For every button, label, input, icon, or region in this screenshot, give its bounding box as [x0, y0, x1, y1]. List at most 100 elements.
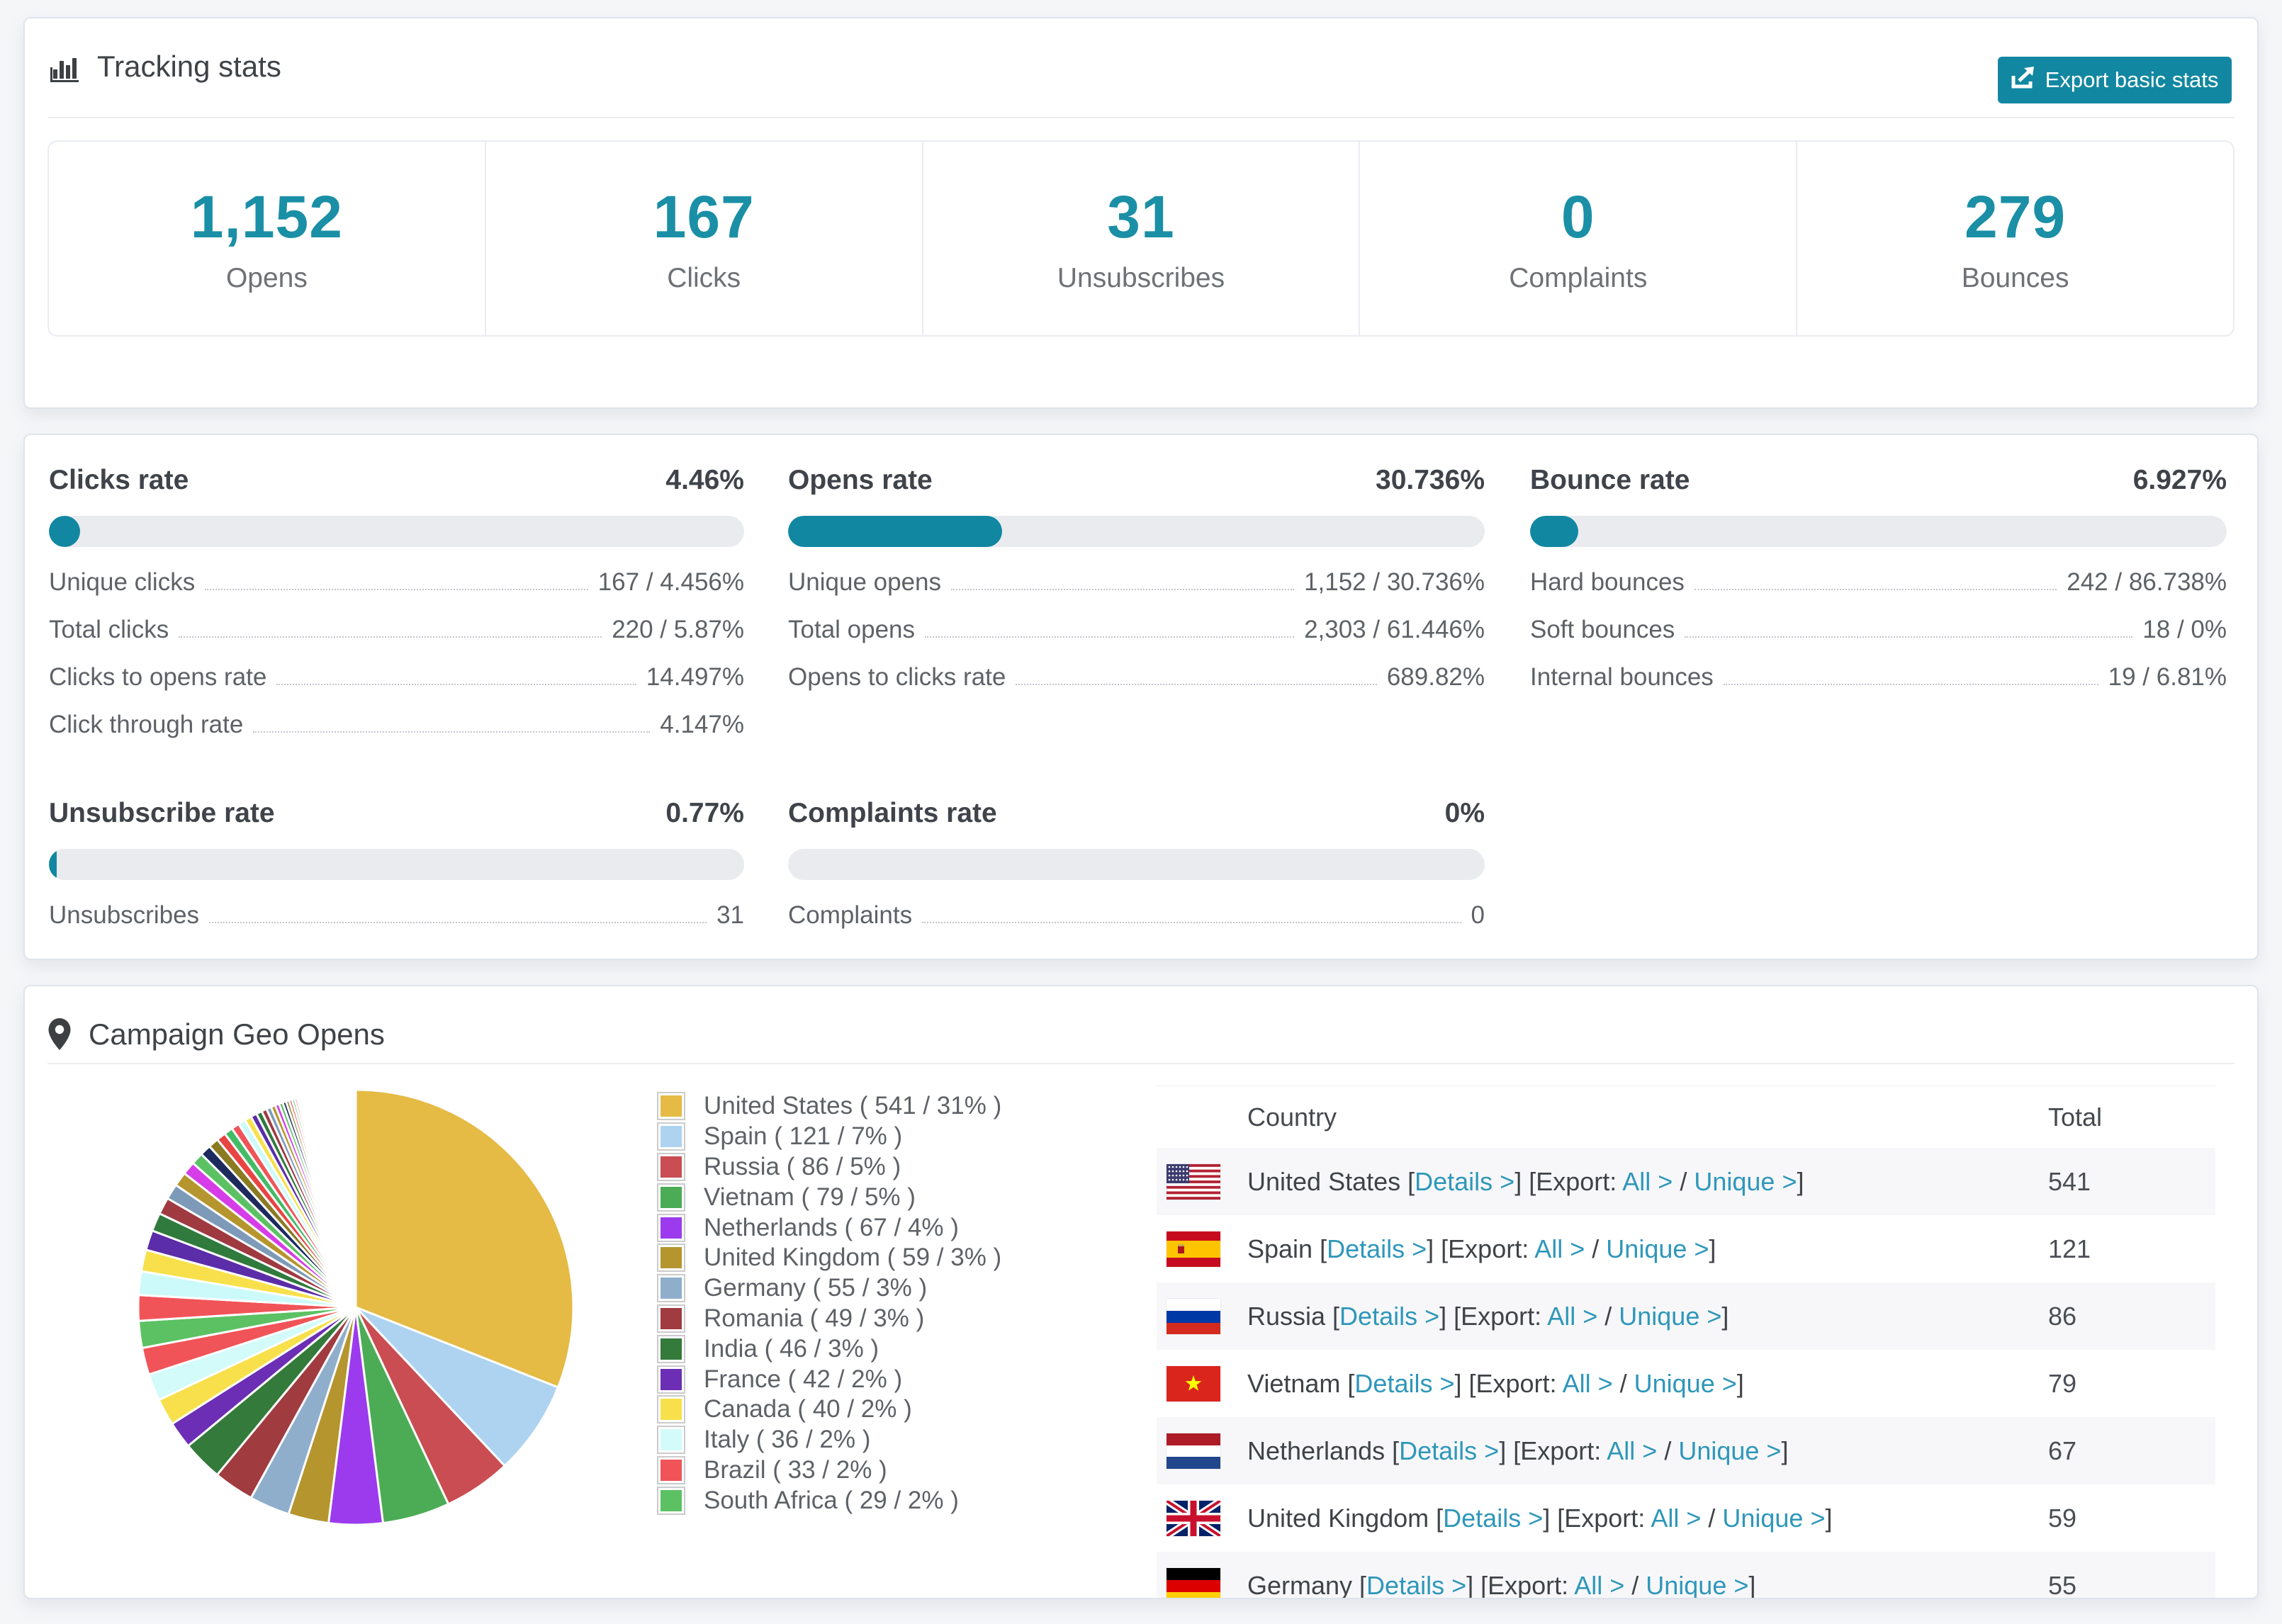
bar-chart-icon — [47, 50, 80, 83]
rate-title: Opens rate — [788, 465, 933, 495]
rate-row-label: Internal bounces — [1530, 663, 1714, 691]
legend-swatch — [657, 1334, 685, 1363]
legend-swatch — [657, 1274, 685, 1303]
export-unique-link[interactable]: Unique > — [1694, 1167, 1797, 1196]
export-unique-link[interactable]: Unique > — [1606, 1234, 1709, 1263]
total-cell: 541 — [2048, 1166, 2091, 1196]
tracking-stats-header: Tracking stats — [47, 50, 281, 84]
rate-head: Clicks rate 4.46% — [49, 465, 744, 496]
rate-progress-track — [49, 516, 744, 547]
rate-row-value: 2,303 / 61.446% — [1304, 616, 1485, 643]
stat-label: Bounces — [1961, 263, 2069, 293]
details-link[interactable]: Details > — [1339, 1302, 1439, 1331]
campaign-geo-opens-title: Campaign Geo Opens — [89, 1017, 385, 1051]
export-all-link[interactable]: All > — [1607, 1436, 1657, 1465]
details-link[interactable]: Details > — [1366, 1571, 1466, 1598]
rates-card: Clicks rate 4.46% Unique clicks 167 / 4.456… — [23, 434, 2259, 960]
export-unique-link[interactable]: Unique > — [1634, 1369, 1737, 1398]
export-all-link[interactable]: All > — [1574, 1571, 1624, 1598]
export-all-link[interactable]: All > — [1651, 1504, 1701, 1533]
us-flag-icon — [1167, 1163, 1220, 1200]
stat-label: Unsubscribes — [1057, 263, 1225, 293]
rate-progress-track — [788, 516, 1485, 547]
rate-row-label: Clicks to opens rate — [49, 663, 267, 691]
dotted-leader — [205, 589, 588, 590]
details-link[interactable]: Details > — [1327, 1234, 1427, 1263]
stat-label: Clicks — [667, 263, 741, 293]
details-link[interactable]: Details > — [1415, 1167, 1514, 1196]
export-all-link[interactable]: All > — [1534, 1234, 1585, 1263]
rate-row: Total clicks 220 / 5.87% — [49, 616, 744, 663]
country-cell: Vietnam [Details >] [Export: All > / Uni… — [1247, 1368, 1744, 1398]
rate-rows: Unsubscribes 31 — [49, 901, 744, 949]
rate-row-label: Soft bounces — [1530, 616, 1675, 643]
rate-row: Total opens 2,303 / 61.446% — [788, 616, 1485, 663]
rate-head: Unsubscribe rate 0.77% — [49, 798, 744, 829]
rate-rows: Unique clicks 167 / 4.456% Total clicks 220… — [49, 568, 744, 758]
rate-value: 4.46% — [665, 465, 744, 495]
tracking-stats-card: Tracking stats Export basic stats 1,152 O… — [23, 17, 2259, 409]
rate-progress-fill — [49, 516, 80, 547]
country-cell: Spain [Details >] [Export: All > / Uniqu… — [1247, 1234, 1716, 1263]
legend-label: Germany ( 55 / 3% ) — [704, 1274, 928, 1302]
export-unique-link[interactable]: Unique > — [1619, 1302, 1721, 1331]
export-all-link[interactable]: All > — [1563, 1369, 1613, 1398]
export-unique-link[interactable]: Unique > — [1678, 1436, 1781, 1465]
export-unique-link[interactable]: Unique > — [1646, 1571, 1748, 1598]
legend-swatch — [657, 1455, 685, 1484]
stat-bounces: 279 Bounces — [1796, 142, 2233, 335]
rate-row-label: Unique opens — [788, 568, 941, 596]
legend-item-south-africa: South Africa ( 29 / 2% ) — [657, 1485, 1001, 1516]
country-cell: United States [Details >] [Export: All >… — [1247, 1166, 1804, 1196]
geo-table-row-ru: Russia [Details >] [Export: All > / Uniq… — [1157, 1282, 2215, 1350]
vn-flag-icon — [1167, 1365, 1220, 1402]
dotted-leader — [276, 684, 636, 685]
total-cell: 121 — [2048, 1234, 2091, 1263]
rate-row: Unique clicks 167 / 4.456% — [49, 568, 744, 616]
opens-rate-block: Opens rate 30.736% Unique opens 1,152 / 30.… — [788, 465, 1485, 711]
rate-progress-track — [49, 849, 744, 880]
legend-label: Italy ( 36 / 2% ) — [704, 1426, 871, 1454]
stat-label: Complaints — [1509, 263, 1648, 293]
gb-flag-icon — [1167, 1500, 1220, 1536]
rate-row-value: 167 / 4.456% — [597, 568, 744, 596]
dotted-leader — [253, 731, 651, 733]
legend-item-italy: Italy ( 36 / 2% ) — [657, 1425, 1001, 1455]
geo-table-row-nl: Netherlands [Details >] [Export: All > /… — [1157, 1417, 2215, 1484]
export-unique-link[interactable]: Unique > — [1722, 1504, 1825, 1533]
export-all-link[interactable]: All > — [1547, 1302, 1597, 1331]
dotted-leader — [951, 589, 1295, 590]
rate-title: Clicks rate — [49, 465, 189, 495]
rate-row: Hard bounces 242 / 86.738% — [1530, 568, 2227, 616]
rate-row-label: Total clicks — [49, 616, 169, 643]
legend-swatch — [657, 1092, 685, 1121]
legend-label: United Kingdom ( 59 / 3% ) — [704, 1244, 1002, 1272]
export-all-link[interactable]: All > — [1622, 1167, 1673, 1196]
geo-table-header: Country Total — [1157, 1086, 2215, 1148]
legend-label: Canada ( 40 / 2% ) — [704, 1395, 912, 1423]
rate-row-value: 31 — [716, 901, 744, 929]
map-pin-icon — [47, 1017, 72, 1051]
rate-row-value: 689.82% — [1386, 663, 1485, 691]
export-basic-stats-button[interactable]: Export basic stats — [1998, 57, 2232, 103]
details-link[interactable]: Details > — [1443, 1504, 1543, 1533]
stat-label: Opens — [225, 263, 308, 293]
total-cell: 55 — [2048, 1570, 2077, 1599]
total-cell: 79 — [2048, 1368, 2077, 1398]
legend-swatch — [657, 1122, 685, 1151]
legend-item-united-kingdom: United Kingdom ( 59 / 3% ) — [657, 1243, 1001, 1273]
details-link[interactable]: Details > — [1354, 1369, 1454, 1398]
country-cell: Russia [Details >] [Export: All > / Uniq… — [1247, 1301, 1729, 1331]
legend-label: United States ( 541 / 31% ) — [704, 1092, 1002, 1120]
dotted-leader — [922, 922, 1461, 923]
de-flag-icon — [1167, 1567, 1220, 1598]
rate-row-label: Hard bounces — [1530, 568, 1685, 596]
legend-item-vietnam: Vietnam ( 79 / 5% ) — [657, 1182, 1001, 1212]
total-cell: 86 — [2048, 1301, 2077, 1331]
legend-swatch — [657, 1486, 685, 1515]
legend-swatch — [657, 1395, 685, 1424]
details-link[interactable]: Details > — [1399, 1436, 1499, 1465]
rate-title: Bounce rate — [1530, 465, 1690, 495]
legend-label: Brazil ( 33 / 2% ) — [704, 1455, 887, 1484]
dotted-leader — [1685, 636, 2133, 638]
